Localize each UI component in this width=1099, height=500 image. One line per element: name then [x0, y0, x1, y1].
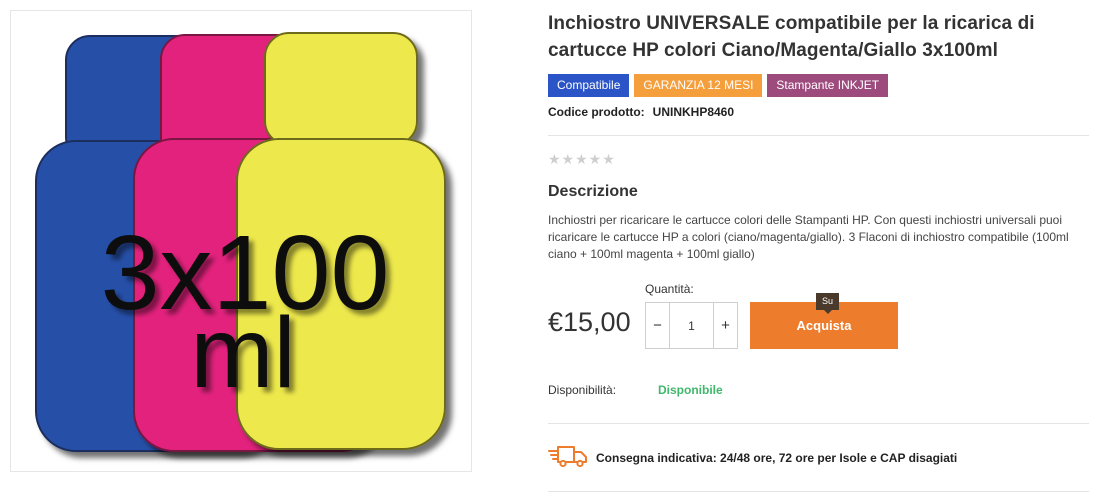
- badge-compatibile: Compatibile: [548, 74, 630, 97]
- badge-garanzia: GARANZIA 12 MESI: [634, 74, 763, 97]
- product-code-value: UNINKHP8460: [652, 105, 735, 119]
- product-image[interactable]: 3x100 ml: [10, 10, 472, 472]
- badge-row: Compatibile GARANZIA 12 MESI Stampante I…: [548, 74, 1089, 97]
- description-heading: Descrizione: [548, 183, 638, 200]
- product-info: Inchiostro UNIVERSALE compatibile per la…: [548, 10, 1089, 263]
- availability-label: Disponibilità:: [548, 383, 617, 397]
- product-code: Codice prodotto: UNINKHP8460: [548, 105, 1089, 121]
- quantity-increase-button[interactable]: +: [714, 303, 737, 348]
- image-text-bottom: ml: [190, 297, 296, 409]
- divider: [548, 423, 1089, 424]
- description-text: Inchiostri per ricaricare le cartucce co…: [548, 213, 1069, 261]
- quantity-decrease-button[interactable]: −: [646, 303, 669, 348]
- divider: [548, 135, 1089, 136]
- buy-tooltip: Su: [816, 293, 840, 314]
- purchase-area: Quantità: €15,00 − + Acquista Su: [548, 282, 1089, 352]
- rating-stars-icon[interactable]: ★★★★★: [548, 151, 1089, 167]
- quantity-input[interactable]: [669, 303, 714, 348]
- delivery-truck-icon: [548, 444, 590, 473]
- delivery-info: Consegna indicativa: 24/48 ore, 72 ore p…: [548, 444, 1089, 472]
- product-code-label: Codice prodotto:: [548, 105, 645, 119]
- availability-row: Disponibilità: Disponibile: [548, 383, 1089, 399]
- product-title: Inchiostro UNIVERSALE compatibile per la…: [548, 13, 1035, 61]
- delivery-text: Consegna indicativa: 24/48 ore, 72 ore p…: [596, 451, 958, 465]
- quantity-label: Quantità:: [645, 282, 694, 296]
- product-price: €15,00: [548, 307, 631, 337]
- divider: [548, 491, 1089, 492]
- quantity-stepper: − +: [645, 302, 738, 349]
- availability-status: Disponibile: [658, 383, 723, 397]
- badge-stampante: Stampante INKJET: [767, 74, 889, 97]
